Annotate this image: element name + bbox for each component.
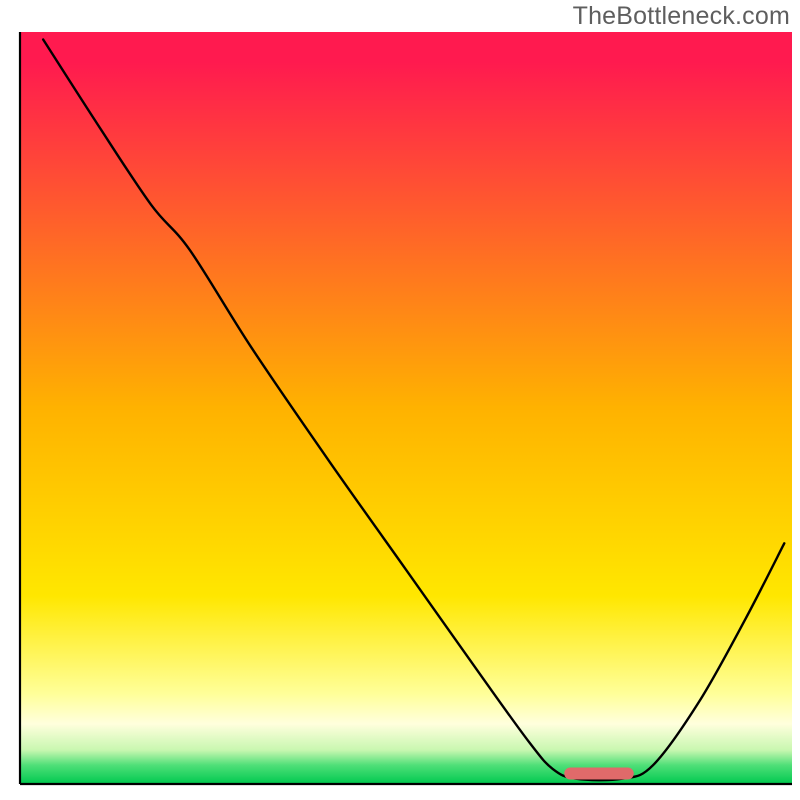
chart-container: TheBottleneck.com xyxy=(0,0,800,800)
plot-background xyxy=(20,32,792,784)
bottleneck-chart xyxy=(0,0,800,800)
optimal-range-marker xyxy=(564,767,633,779)
